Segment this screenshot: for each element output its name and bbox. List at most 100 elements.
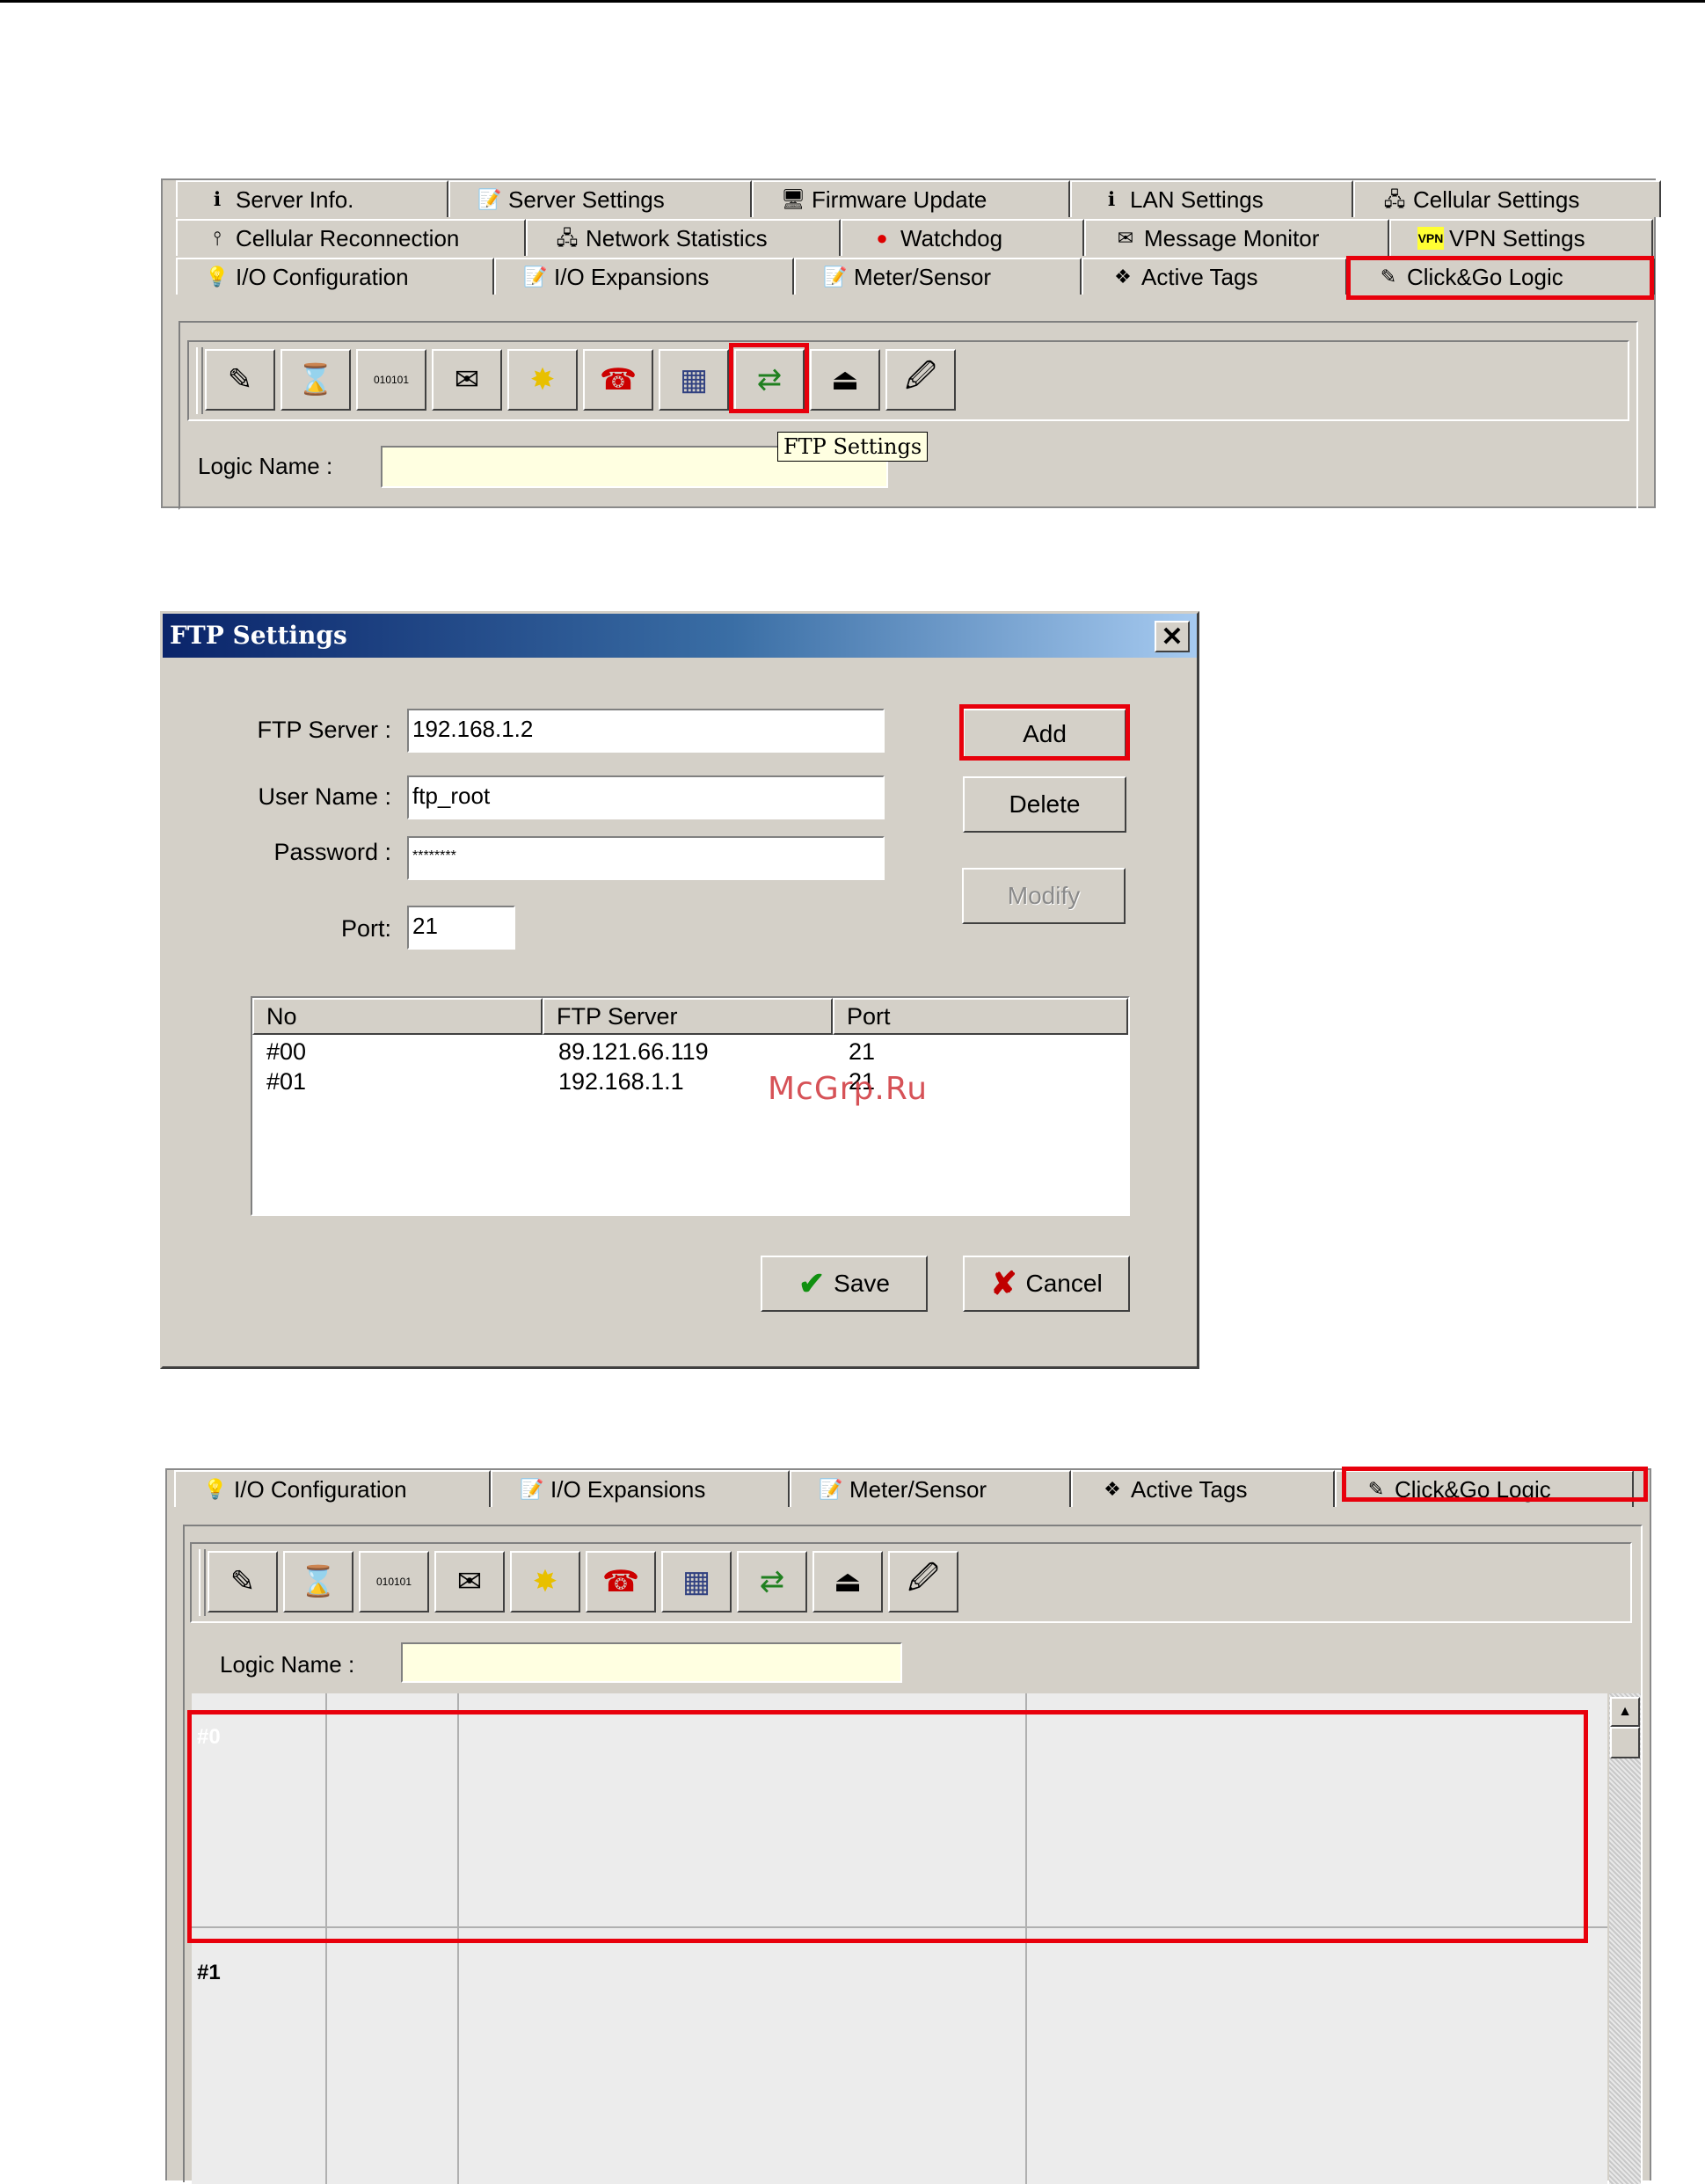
list-row-1-server[interactable]: 192.168.1.1 bbox=[558, 1068, 684, 1096]
tab-message-monitor[interactable]: ✉ Message Monitor bbox=[1084, 219, 1389, 256]
phone-button[interactable]: ☎ bbox=[586, 1551, 656, 1613]
tab-meter-sensor[interactable]: 📝 Meter/Sensor bbox=[794, 258, 1082, 295]
save-button[interactable]: ✔ Save bbox=[761, 1256, 928, 1312]
edit-logic-button[interactable]: ✎ bbox=[205, 349, 275, 411]
ftp-settings-button[interactable]: ⇄ bbox=[737, 1551, 807, 1613]
column-header-ftp-server[interactable]: FTP Server bbox=[543, 998, 833, 1035]
notes-icon: 🖉 bbox=[907, 1561, 940, 1595]
email-icon: ✉ bbox=[454, 363, 480, 397]
tab-active-tags[interactable]: ❖ Active Tags bbox=[1082, 258, 1347, 295]
tab-label: Server Settings bbox=[508, 186, 665, 213]
list-row-1-no[interactable]: #01 bbox=[266, 1068, 306, 1096]
tab-vpn-settings[interactable]: VPN VPN Settings bbox=[1389, 219, 1653, 256]
main-panel-bottom: 💡 I/O Configuration 📝 I/O Expansions 📝 Mete… bbox=[165, 1468, 1651, 2184]
port-label: Port: bbox=[340, 915, 391, 942]
table-button[interactable]: ▦ bbox=[661, 1551, 732, 1613]
column-header-no[interactable]: No bbox=[252, 998, 543, 1035]
grid-col-divider bbox=[325, 1693, 327, 2184]
dialog-title: FTP Settings bbox=[170, 621, 347, 650]
tab-cellular-settings[interactable]: 🖧 Cellular Settings bbox=[1353, 180, 1661, 217]
table-button[interactable]: ▦ bbox=[659, 349, 729, 411]
grid-scrollbar[interactable]: ▲ bbox=[1609, 1693, 1641, 2184]
tab-server-settings[interactable]: 📝 Server Settings bbox=[448, 180, 752, 217]
tab-io-expansions[interactable]: 📝 I/O Expansions bbox=[494, 258, 794, 295]
tab-click-go-logic[interactable]: ✎ Click&Go Logic bbox=[1335, 1470, 1634, 1507]
edit-logic-button[interactable]: ✎ bbox=[208, 1551, 278, 1613]
list-row-0-server[interactable]: 89.121.66.119 bbox=[558, 1038, 709, 1066]
toolbar-grip[interactable] bbox=[196, 347, 203, 414]
tab-label: I/O Expansions bbox=[554, 263, 710, 290]
binary-icon: 010101 bbox=[375, 1576, 412, 1588]
delete-button[interactable]: Delete bbox=[963, 776, 1126, 833]
hourglass-icon: ⌛ bbox=[299, 1565, 338, 1598]
tab-watchdog[interactable]: ● Watchdog bbox=[841, 219, 1084, 256]
cancel-button[interactable]: ✘ Cancel bbox=[963, 1256, 1130, 1312]
tab-io-configuration[interactable]: 💡 I/O Configuration bbox=[176, 258, 494, 295]
upload-icon: ⏏ bbox=[833, 1565, 863, 1598]
modify-button[interactable]: Modify bbox=[962, 868, 1126, 924]
upload-button[interactable]: ⏏ bbox=[812, 1551, 883, 1613]
logic-name-input[interactable] bbox=[401, 1642, 902, 1683]
timer-button[interactable]: ⌛ bbox=[281, 349, 351, 411]
tab-click-go-logic[interactable]: ✎ Click&Go Logic bbox=[1347, 258, 1655, 295]
email-icon: ✉ bbox=[456, 1565, 483, 1598]
tab-io-configuration[interactable]: 💡 I/O Configuration bbox=[174, 1470, 491, 1507]
dialog-titlebar[interactable]: FTP Settings ✕ bbox=[163, 614, 1197, 658]
tab-network-statistics[interactable]: 🖧 Network Statistics bbox=[526, 219, 841, 256]
tab-meter-sensor[interactable]: 📝 Meter/Sensor bbox=[790, 1470, 1071, 1507]
binary-button[interactable]: 010101 bbox=[359, 1551, 429, 1613]
email-button[interactable]: ✉ bbox=[432, 349, 502, 411]
upload-button[interactable]: ⏏ bbox=[810, 349, 880, 411]
close-button[interactable]: ✕ bbox=[1155, 621, 1190, 652]
tab-active-tags[interactable]: ❖ Active Tags bbox=[1071, 1470, 1335, 1507]
settings-icon: 📝 bbox=[520, 1478, 544, 1500]
ftp-settings-button[interactable]: ⇄ bbox=[734, 349, 805, 411]
cross-icon: ✘ bbox=[990, 1265, 1017, 1301]
tab-firmware-update[interactable]: 🖥 Firmware Update bbox=[752, 180, 1070, 217]
notes-button[interactable]: 🖉 bbox=[888, 1551, 958, 1613]
tab-lan-settings[interactable]: ℹ LAN Settings bbox=[1070, 180, 1353, 217]
logic-grid[interactable]: #0 #1 bbox=[192, 1693, 1607, 2184]
tab-io-expansions[interactable]: 📝 I/O Expansions bbox=[491, 1470, 790, 1507]
tab-label: I/O Configuration bbox=[236, 263, 409, 290]
snmp-button[interactable]: ✸ bbox=[510, 1551, 580, 1613]
list-row-0-port[interactable]: 21 bbox=[849, 1038, 875, 1066]
scroll-up-button[interactable]: ▲ bbox=[1610, 1697, 1640, 1727]
user-name-input[interactable]: ftp_root bbox=[407, 775, 885, 819]
binary-button[interactable]: 010101 bbox=[356, 349, 426, 411]
email-button[interactable]: ✉ bbox=[434, 1551, 505, 1613]
page-top-rule bbox=[0, 0, 1705, 3]
logic-name-label: Logic Name : bbox=[220, 1651, 355, 1678]
ftp-server-list[interactable]: No FTP Server Port #00 89.121.66.119 21 … bbox=[251, 996, 1130, 1216]
tab-label: Meter/Sensor bbox=[854, 263, 992, 290]
timer-button[interactable]: ⌛ bbox=[283, 1551, 353, 1613]
snmp-button[interactable]: ✸ bbox=[507, 349, 578, 411]
notes-button[interactable]: 🖉 bbox=[885, 349, 956, 411]
settings-icon: 📝 bbox=[523, 266, 548, 288]
tab-label: I/O Expansions bbox=[550, 1475, 706, 1503]
phone-icon: ☎ bbox=[601, 1565, 640, 1598]
tags-icon: ❖ bbox=[1114, 266, 1132, 288]
add-button[interactable]: Add bbox=[963, 709, 1126, 760]
ftp-settings-dialog: FTP Settings ✕ FTP Server : 192.168.1.2 … bbox=[160, 611, 1199, 1369]
phone-button[interactable]: ☎ bbox=[583, 349, 653, 411]
scroll-thumb[interactable] bbox=[1610, 1727, 1640, 1758]
ftp-settings-tooltip: FTP Settings bbox=[777, 432, 929, 462]
info-icon: ℹ bbox=[1107, 188, 1116, 210]
burst-icon: ✸ bbox=[529, 363, 556, 397]
tab-server-info[interactable]: ℹ Server Info. bbox=[176, 180, 448, 217]
table-icon: ▦ bbox=[681, 1565, 711, 1598]
column-header-port[interactable]: Port bbox=[833, 998, 1128, 1035]
port-input[interactable]: 21 bbox=[407, 906, 515, 950]
add-button-label: Add bbox=[1023, 720, 1067, 747]
password-input[interactable]: ******** bbox=[407, 836, 885, 880]
firmware-icon: 🖥 bbox=[781, 188, 805, 210]
upload-icon: ⏏ bbox=[830, 363, 860, 397]
tab-cellular-reconnection[interactable]: ⫯ Cellular Reconnection bbox=[176, 219, 526, 256]
logic-pane-bottom: ✎ ⌛ 010101 ✉ ✸ ☎ ▦ ⇄ ⏏ 🖉 Logic Name : #0… bbox=[183, 1525, 1643, 2184]
toolbar-grip[interactable] bbox=[199, 1549, 206, 1616]
ftp-server-input[interactable]: 192.168.1.2 bbox=[407, 709, 885, 753]
list-row-0-no[interactable]: #00 bbox=[266, 1038, 306, 1066]
logic-pane: ✎ ⌛ 010101 ✉ ✸ ☎ ▦ ⇄ ⏏ 🖉 Logic Name : bbox=[179, 321, 1638, 510]
tab-label: Meter/Sensor bbox=[849, 1475, 987, 1503]
